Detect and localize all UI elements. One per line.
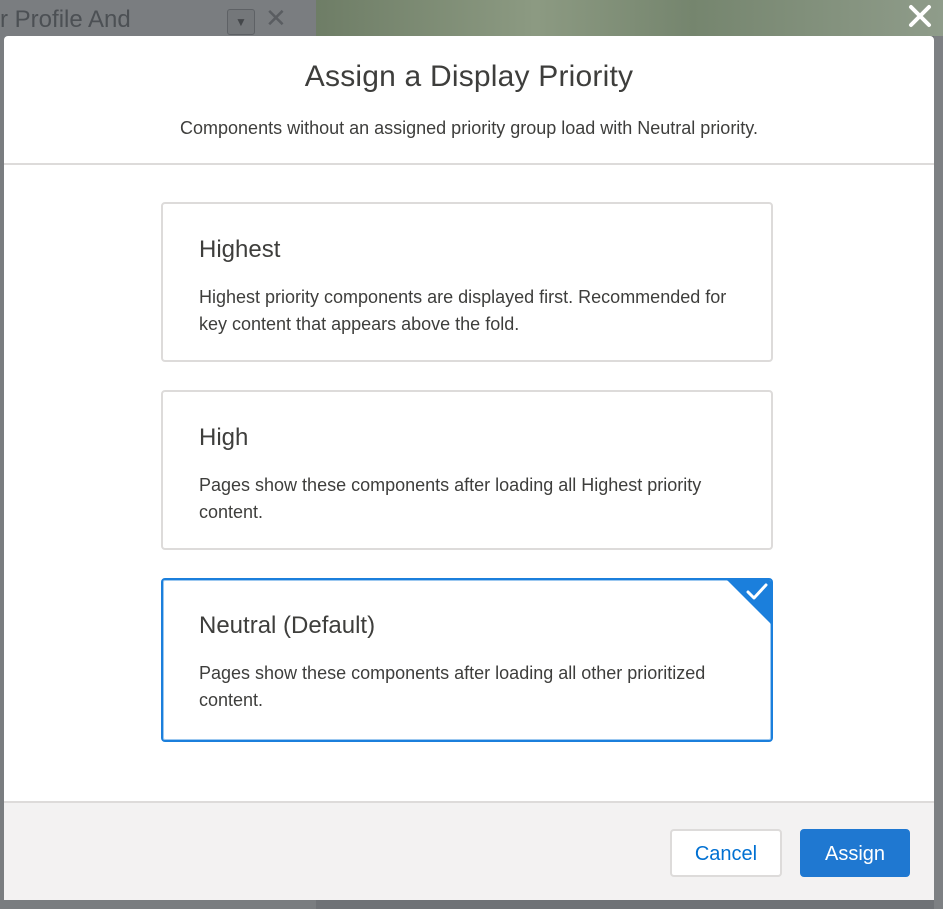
cancel-button[interactable]: Cancel xyxy=(670,829,782,877)
priority-option-high[interactable]: High Pages show these components after l… xyxy=(161,390,773,550)
option-title: Neutral (Default) xyxy=(199,612,376,639)
modal-close-button[interactable] xyxy=(903,0,937,32)
priority-option-neutral[interactable]: Neutral (Default) Pages show these compo… xyxy=(161,578,773,742)
close-icon[interactable]: ✕ xyxy=(265,3,287,34)
option-description: Highest priority components are displaye… xyxy=(199,287,727,334)
modal-header: Assign a Display Priority Components wit… xyxy=(4,36,934,165)
background-title-text: Profile And xyxy=(14,6,131,33)
checkmark-icon xyxy=(746,583,768,600)
assign-button[interactable]: Assign xyxy=(800,829,910,877)
modal-subtitle: Components without an assigned priority … xyxy=(180,118,758,138)
priority-option-highest[interactable]: Highest Highest priority components are … xyxy=(161,202,773,362)
background-page-title: r Profile And xyxy=(0,6,131,34)
background-image xyxy=(316,0,943,36)
modal-body: Highest Highest priority components are … xyxy=(4,165,934,801)
background-title-prefix: r xyxy=(0,6,8,33)
option-title: High xyxy=(199,424,249,451)
assign-priority-modal: Assign a Display Priority Components wit… xyxy=(4,36,934,900)
chevron-down-icon[interactable]: ▼ xyxy=(227,9,255,35)
close-icon xyxy=(909,5,931,27)
option-description: Pages show these components after loadin… xyxy=(199,475,702,522)
option-title: Highest xyxy=(199,236,281,263)
background-right-pane xyxy=(934,36,943,909)
modal-title: Assign a Display Priority xyxy=(304,60,634,93)
option-description: Pages show these components after loadin… xyxy=(199,663,706,710)
modal-footer: Cancel Assign xyxy=(4,801,934,900)
